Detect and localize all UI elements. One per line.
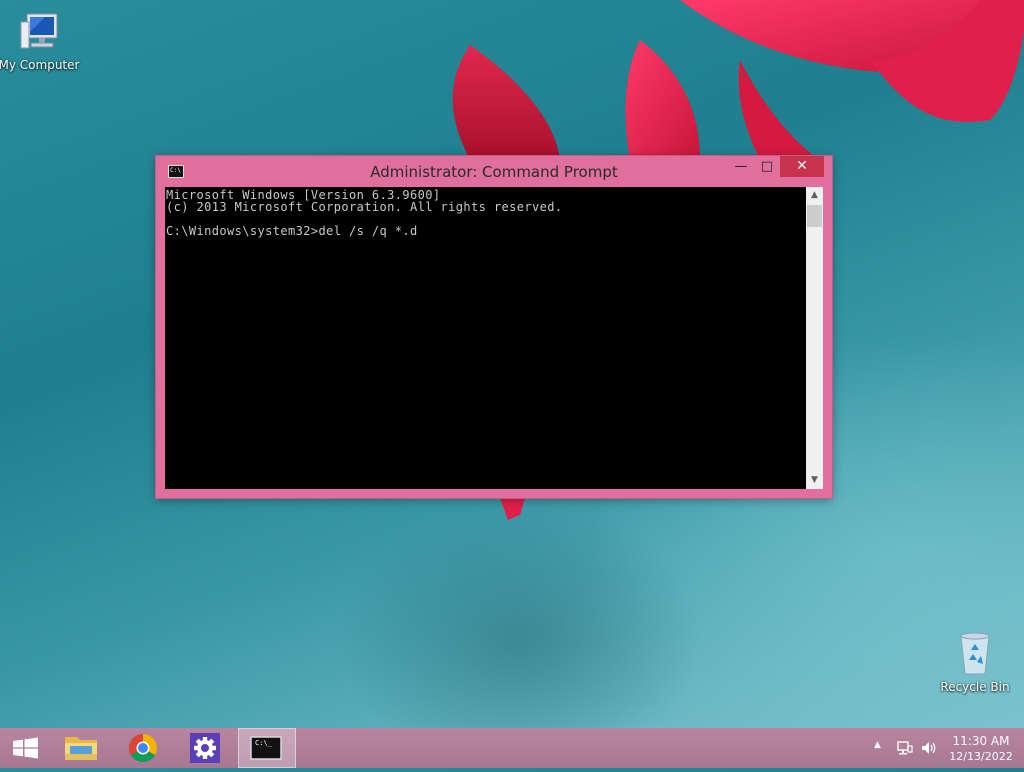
- console-text: Microsoft Windows [Version 6.3.9600] (c)…: [166, 188, 563, 238]
- chrome-icon: [129, 734, 157, 762]
- network-icon[interactable]: [896, 740, 914, 756]
- computer-icon: [15, 8, 63, 56]
- scroll-down-arrow-icon[interactable]: ▼: [806, 472, 823, 489]
- console-output-area[interactable]: Microsoft Windows [Version 6.3.9600] (c)…: [165, 187, 806, 489]
- desktop-icon-label: Recycle Bin: [940, 680, 1010, 694]
- close-button[interactable]: ✕: [780, 156, 824, 177]
- taskbar-clock[interactable]: 11:30 AM 12/13/2022: [944, 733, 1018, 765]
- minimize-button[interactable]: —: [728, 156, 754, 177]
- taskbar-command-prompt[interactable]: C:\_: [238, 728, 296, 768]
- taskbar-chrome[interactable]: [114, 728, 172, 768]
- folder-icon: [65, 737, 97, 760]
- recycle-bin-icon: [951, 630, 999, 678]
- windows-logo-icon: [13, 737, 38, 759]
- scroll-thumb[interactable]: [807, 205, 822, 227]
- maximize-button[interactable]: □: [754, 156, 780, 177]
- desktop-icon-recycle-bin[interactable]: Recycle Bin: [932, 630, 1018, 694]
- scroll-up-arrow-icon[interactable]: ▲: [806, 187, 823, 204]
- taskbar: C:\_ ▲ 11:30 AM 12/13/2022: [0, 728, 1024, 768]
- cmd-icon-text: C:\_: [255, 739, 272, 747]
- cmd-icon: [250, 736, 282, 760]
- clock-time: 11:30 AM: [952, 734, 1010, 748]
- show-hidden-icons-button[interactable]: ▲: [874, 740, 881, 750]
- taskbar-file-explorer[interactable]: [52, 728, 110, 768]
- start-button[interactable]: [0, 728, 52, 768]
- taskbar-settings[interactable]: [176, 728, 234, 768]
- clock-date: 12/13/2022: [949, 750, 1013, 763]
- desktop-icon-label: My Computer: [0, 58, 80, 72]
- cmd-titlebar[interactable]: C:\ Administrator: Command Prompt — □ ✕: [156, 156, 832, 187]
- volume-icon[interactable]: [920, 740, 938, 756]
- desktop-icon-my-computer[interactable]: My Computer: [0, 8, 82, 72]
- vertical-scrollbar[interactable]: ▲ ▼: [806, 187, 823, 489]
- cmd-window[interactable]: C:\ Administrator: Command Prompt — □ ✕ …: [156, 156, 832, 498]
- gear-icon: [190, 733, 220, 763]
